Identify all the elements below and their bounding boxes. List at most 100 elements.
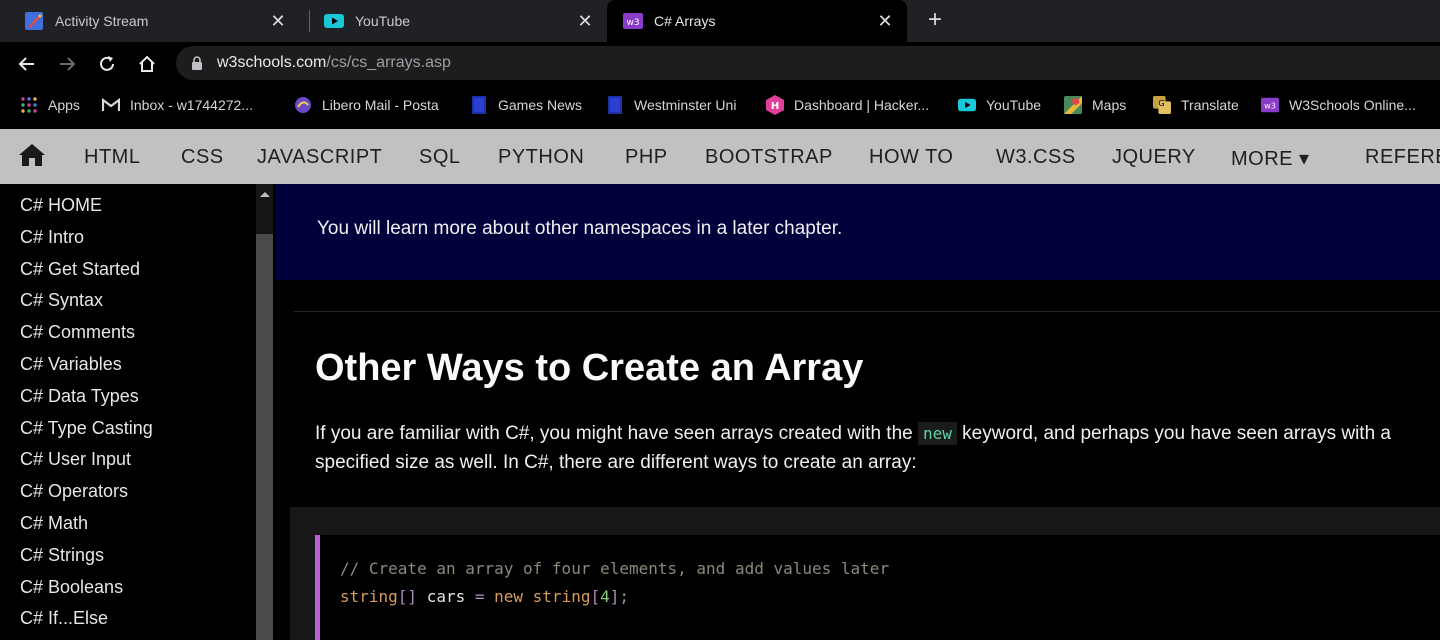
bookmark-hackerrank[interactable]: H Dashboard | Hacker... <box>766 94 929 116</box>
topnav-python[interactable]: PYTHON <box>498 146 584 169</box>
code-number: 4 <box>600 587 610 606</box>
w3schools-icon: w3 <box>623 11 643 31</box>
tab-title: Activity Stream <box>55 13 149 29</box>
home-button[interactable] <box>135 52 159 76</box>
site-topnav: HTML CSS JAVASCRIPT SQL PYTHON PHP BOOTS… <box>0 129 1440 184</box>
bookmark-label: W3Schools Online... <box>1289 97 1416 113</box>
note-text: You will learn more about other namespac… <box>317 218 843 239</box>
sidebar-item-intro[interactable]: C# Intro <box>20 227 84 248</box>
topnav-html[interactable]: HTML <box>84 146 140 169</box>
bookmark-page-icon <box>470 96 488 114</box>
bookmark-w3schools[interactable]: w3 W3Schools Online... <box>1261 94 1416 116</box>
code-comment: // Create an array of four elements, and… <box>340 559 890 578</box>
bookmark-label: YouTube <box>986 97 1042 113</box>
lock-icon[interactable] <box>191 56 203 75</box>
code-new-keyword: new <box>484 587 533 606</box>
sidebar-item-comments[interactable]: C# Comments <box>20 322 135 343</box>
topnav-php[interactable]: PHP <box>625 146 668 169</box>
bookmark-label: Westminster Uni <box>634 97 737 113</box>
main-content: You will learn more about other namespac… <box>273 184 1440 640</box>
home-icon[interactable] <box>18 143 46 167</box>
url-text[interactable]: w3schools.com/cs/cs_arrays.asp <box>217 54 451 72</box>
section-heading: Other Ways to Create an Array <box>315 347 864 389</box>
bookmark-youtube[interactable]: YouTube <box>958 94 1041 116</box>
bookmark-label: Maps <box>1092 97 1127 113</box>
svg-text:w3: w3 <box>626 18 639 28</box>
topnav-javascript[interactable]: JAVASCRIPT <box>257 146 382 169</box>
topnav-how-to[interactable]: HOW TO <box>869 146 953 169</box>
topnav-bootstrap[interactable]: BOOTSTRAP <box>705 146 833 169</box>
bookmark-libero[interactable]: Libero Mail - Posta <box>294 94 439 116</box>
sidebar: C# HOME C# Intro C# Get Started C# Synta… <box>0 184 273 640</box>
topnav-jquery[interactable]: JQUERY <box>1112 146 1196 169</box>
tab-youtube[interactable]: YouTube ✕ <box>300 0 607 42</box>
address-bar[interactable]: w3schools.com/cs/cs_arrays.asp <box>176 46 1440 80</box>
code-type: string <box>532 587 591 606</box>
scroll-up-arrow-icon[interactable] <box>260 192 270 197</box>
sidebar-item-math[interactable]: C# Math <box>20 513 88 534</box>
tab-csharp-arrays[interactable]: w3 C# Arrays ✕ <box>607 0 907 42</box>
code-brackets: [] <box>397 587 418 606</box>
sidebar-item-operators[interactable]: C# Operators <box>20 481 128 502</box>
sidebar-item-data-types[interactable]: C# Data Types <box>20 386 139 407</box>
maps-icon <box>1064 96 1082 114</box>
new-tab-button[interactable]: + <box>922 8 948 34</box>
bookmark-maps[interactable]: Maps <box>1064 94 1126 116</box>
code-block: // Create an array of four elements, and… <box>315 535 1440 640</box>
sidebar-item-variables[interactable]: C# Variables <box>20 354 122 375</box>
bookmark-label: Libero Mail - Posta <box>322 97 439 113</box>
translate-icon: G <box>1153 96 1171 114</box>
code-line: string[] cars = new string[4]; <box>340 587 629 606</box>
section-divider <box>294 311 1440 312</box>
code-operator: = <box>474 587 485 606</box>
gmail-icon <box>102 96 120 114</box>
sidebar-item-strings[interactable]: C# Strings <box>20 545 104 566</box>
home-outline-icon <box>139 55 155 72</box>
bookmark-apps[interactable]: Apps <box>20 94 80 116</box>
bookmark-translate[interactable]: G Translate <box>1153 94 1239 116</box>
sidebar-item-home[interactable]: C# HOME <box>20 195 102 216</box>
topnav-references[interactable]: REFERE <box>1365 146 1440 169</box>
paragraph-text: If you are familiar with C#, you might h… <box>315 423 918 444</box>
sidebar-item-booleans[interactable]: C# Booleans <box>20 577 123 598</box>
back-button[interactable] <box>15 52 39 76</box>
tab-activity-stream[interactable]: Activity Stream ✕ <box>0 0 300 42</box>
arrow-right-icon <box>60 57 76 71</box>
activity-stream-icon <box>24 11 44 31</box>
close-icon[interactable]: ✕ <box>268 11 288 32</box>
url-path: /cs/cs_arrays.asp <box>326 54 451 71</box>
bookmarks-bar: Apps Inbox - w1744272... Libero Mail - P… <box>0 86 1440 126</box>
svg-text:H: H <box>771 101 779 112</box>
bookmark-label: Games News <box>498 97 583 113</box>
code-type: string <box>340 587 398 606</box>
bookmark-label: Translate <box>1181 97 1239 113</box>
svg-text:w3: w3 <box>1264 101 1276 111</box>
w3schools-icon: w3 <box>1261 96 1279 114</box>
paragraph-text: keyword, and perhaps you have seen array… <box>956 423 1391 444</box>
sidebar-scrollbar-thumb[interactable] <box>256 234 273 640</box>
topnav-w3css[interactable]: W3.CSS <box>996 146 1076 169</box>
close-icon[interactable]: ✕ <box>575 11 595 32</box>
topnav-sql[interactable]: SQL <box>419 146 461 169</box>
sidebar-item-user-input[interactable]: C# User Input <box>20 449 131 470</box>
topnav-more-dropdown[interactable]: MORE ▾ <box>1231 146 1310 171</box>
forward-button[interactable] <box>55 52 79 76</box>
youtube-icon <box>958 96 976 114</box>
bookmark-games-news[interactable]: Games News <box>470 94 582 116</box>
bookmark-inbox[interactable]: Inbox - w1744272... <box>102 94 253 116</box>
bookmark-label: Dashboard | Hacker... <box>794 97 930 113</box>
close-icon[interactable]: ✕ <box>875 11 895 32</box>
intro-paragraph-line-1: If you are familiar with C#, you might h… <box>315 422 1440 445</box>
browser-toolbar: w3schools.com/cs/cs_arrays.asp <box>0 42 1440 86</box>
svg-text:G: G <box>1158 98 1164 108</box>
topnav-css[interactable]: CSS <box>181 146 224 169</box>
bookmark-page-icon <box>606 96 624 114</box>
sidebar-item-if-else[interactable]: C# If...Else <box>20 608 108 629</box>
sidebar-item-get-started[interactable]: C# Get Started <box>20 259 140 280</box>
libero-icon <box>294 96 312 114</box>
sidebar-item-syntax[interactable]: C# Syntax <box>20 290 103 311</box>
bookmark-westminster[interactable]: Westminster Uni <box>606 94 736 116</box>
sidebar-item-type-casting[interactable]: C# Type Casting <box>20 418 153 439</box>
reload-button[interactable] <box>95 52 119 76</box>
youtube-icon <box>324 11 344 31</box>
